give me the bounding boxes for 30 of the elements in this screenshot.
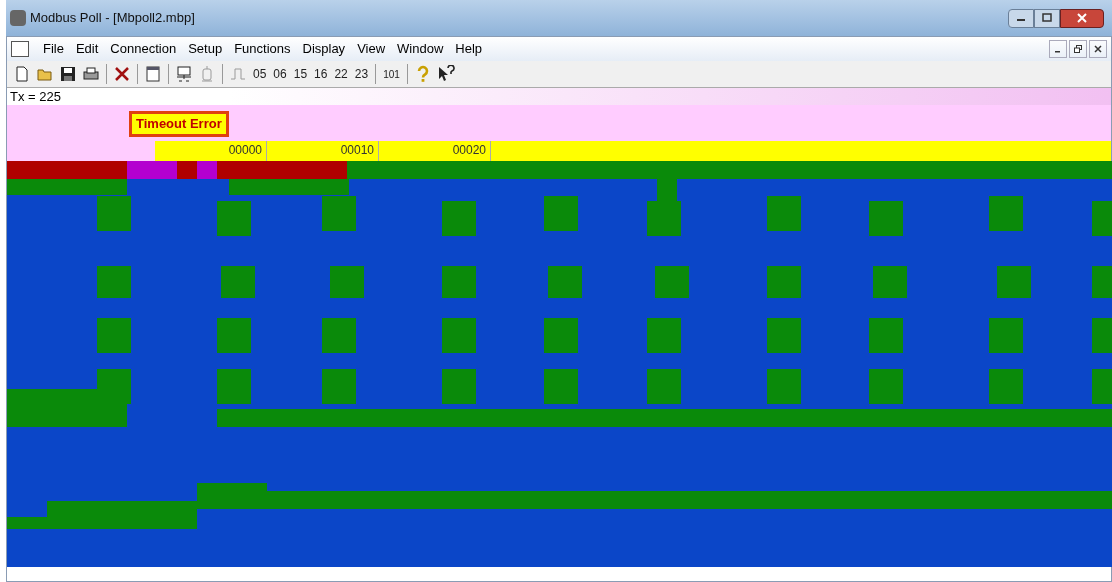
menu-item[interactable]: Window — [391, 39, 450, 59]
window-title: Modbus Poll - [Mbpoll2.mbp] — [30, 9, 195, 28]
close-button[interactable] — [1060, 8, 1104, 28]
function-button[interactable]: 22 — [331, 65, 351, 83]
menu-item[interactable]: File — [37, 39, 70, 59]
close-button[interactable] — [1089, 40, 1107, 58]
menu-item[interactable]: Functions — [228, 39, 297, 59]
function-button[interactable]: 23 — [351, 65, 372, 83]
menu-item[interactable]: Display — [296, 39, 352, 59]
function-button[interactable]: 05 — [250, 65, 270, 83]
menu-item[interactable]: Help — [449, 39, 489, 59]
restore-button[interactable] — [1069, 40, 1087, 58]
menu-item[interactable]: View — [351, 39, 392, 59]
error-label: Timeout Error — [129, 111, 229, 137]
menu-item[interactable]: Connection — [104, 39, 183, 59]
minimize-button[interactable] — [1008, 8, 1034, 28]
menu-item[interactable]: Edit — [69, 39, 105, 59]
maximize-icon — [1042, 13, 1052, 23]
document-icon — [11, 41, 29, 57]
close-icon — [1094, 45, 1102, 53]
close-icon — [1077, 13, 1087, 23]
status-text: Tx = 225 — [9, 87, 62, 106]
function-button[interactable]: 16 — [311, 65, 331, 83]
menu-item[interactable]: Setup — [182, 39, 229, 59]
function-button[interactable]: 06 — [270, 65, 290, 83]
function-button[interactable]: 101 — [380, 66, 403, 82]
app-icon — [10, 10, 26, 26]
maximize-button[interactable] — [1034, 8, 1060, 28]
function-button[interactable]: 15 — [290, 65, 311, 83]
restore-icon — [1074, 45, 1082, 53]
